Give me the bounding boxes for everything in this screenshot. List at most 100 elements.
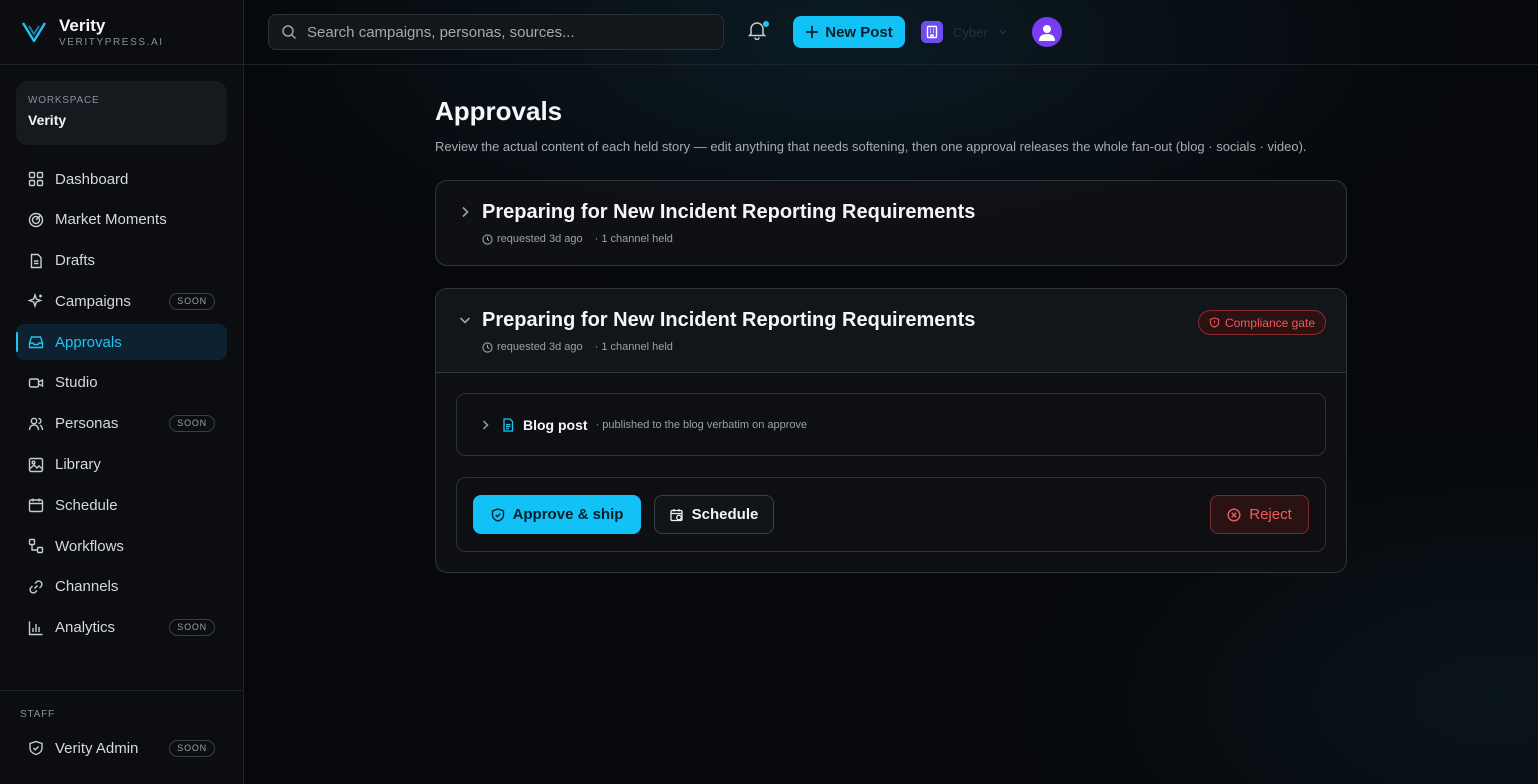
chevron-right-icon[interactable] bbox=[458, 205, 472, 219]
requested-time: requested 3d ago bbox=[497, 341, 583, 353]
sidebar-item-label: Verity Admin bbox=[55, 739, 139, 757]
approval-card-body: Blog post · published to the blog verbat… bbox=[436, 373, 1346, 572]
channels-held: · 1 channel held bbox=[594, 233, 673, 245]
staff-section: STAFF Verity Admin SOON bbox=[0, 690, 243, 771]
sidebar-item-channels[interactable]: Channels bbox=[16, 569, 227, 605]
sidebar-item-workflows[interactable]: Workflows bbox=[16, 528, 227, 564]
staff-label: STAFF bbox=[20, 709, 55, 720]
schedule-label: Schedule bbox=[691, 506, 759, 523]
sidebar-item-dashboard[interactable]: Dashboard bbox=[16, 161, 227, 197]
org-name: Cyber bbox=[953, 24, 988, 40]
app: Verity VERITYPRESS.AI WORKSPACE Verity D… bbox=[0, 0, 1538, 784]
link-icon bbox=[28, 579, 44, 595]
main-area: New Post Cyber Approvals Review the actu… bbox=[244, 0, 1538, 784]
channel-title: Blog post bbox=[523, 416, 588, 433]
approve-label: Approve & ship bbox=[512, 506, 624, 523]
schedule-button[interactable]: Schedule bbox=[654, 495, 774, 534]
chevron-right-icon[interactable] bbox=[479, 419, 491, 431]
sidebar-item-label: Dashboard bbox=[55, 170, 129, 188]
sidebar-item-personas[interactable]: Personas SOON bbox=[16, 406, 227, 442]
chevron-down-icon[interactable] bbox=[458, 313, 472, 327]
sidebar-item-label: Schedule bbox=[55, 496, 118, 514]
reject-label: Reject bbox=[1249, 506, 1292, 523]
sidebar-item-verity-admin[interactable]: Verity Admin SOON bbox=[16, 730, 227, 766]
verity-logo-icon bbox=[20, 18, 48, 46]
sidebar-nav: Dashboard Market Moments Drafts Campaign… bbox=[0, 161, 243, 646]
workspace-switcher[interactable]: WORKSPACE Verity bbox=[16, 81, 227, 145]
plus-icon bbox=[805, 25, 819, 39]
search-icon bbox=[281, 24, 297, 40]
channels-held: · 1 channel held bbox=[594, 341, 673, 353]
clock-icon bbox=[482, 233, 493, 245]
sidebar-item-label: Channels bbox=[55, 578, 119, 596]
approval-meta: requested 3d ago · 1 channel held bbox=[482, 233, 1346, 245]
org-switcher[interactable]: Cyber bbox=[921, 21, 1008, 43]
page-subtitle: Review the actual content of each held s… bbox=[435, 139, 1307, 154]
sidebar-item-label: Market Moments bbox=[55, 211, 167, 229]
building-icon bbox=[921, 21, 943, 43]
users-icon bbox=[28, 416, 44, 432]
approval-card-expanded: Preparing for New Incident Reporting Req… bbox=[435, 288, 1347, 573]
soon-badge: SOON bbox=[169, 415, 215, 433]
sidebar-item-market-moments[interactable]: Market Moments bbox=[16, 202, 227, 238]
soon-badge: SOON bbox=[169, 619, 215, 637]
notifications-button[interactable] bbox=[748, 20, 770, 42]
inbox-icon bbox=[28, 334, 44, 350]
new-post-label: New Post bbox=[825, 23, 893, 41]
brand[interactable]: Verity VERITYPRESS.AI bbox=[0, 0, 243, 65]
sidebar-item-schedule[interactable]: Schedule bbox=[16, 487, 227, 523]
calendar-clock-icon bbox=[670, 508, 684, 522]
avatar[interactable] bbox=[1032, 17, 1062, 47]
video-icon bbox=[28, 375, 44, 391]
sidebar-item-approvals[interactable]: Approvals bbox=[16, 324, 227, 361]
sidebar-item-label: Studio bbox=[55, 374, 98, 392]
soon-badge: SOON bbox=[169, 292, 215, 310]
shield-check-icon bbox=[491, 507, 505, 522]
sidebar-item-analytics[interactable]: Analytics SOON bbox=[16, 610, 227, 646]
topbar: New Post Cyber bbox=[244, 0, 1538, 65]
workspace-label: WORKSPACE bbox=[28, 95, 100, 106]
shield-icon bbox=[28, 740, 44, 756]
compliance-gate-badge: Compliance gate bbox=[1197, 310, 1326, 335]
channel-item-blog-post[interactable]: Blog post · published to the blog verbat… bbox=[456, 393, 1326, 456]
sidebar-item-label: Approvals bbox=[55, 333, 122, 351]
chevron-down-icon bbox=[998, 27, 1008, 37]
sidebar-item-label: Analytics bbox=[55, 619, 116, 637]
compliance-label: Compliance gate bbox=[1224, 315, 1315, 330]
user-icon bbox=[1037, 22, 1057, 42]
approval-card-header[interactable]: Preparing for New Incident Reporting Req… bbox=[436, 289, 1346, 373]
requested-time: requested 3d ago bbox=[497, 233, 583, 245]
sidebar-item-library[interactable]: Library bbox=[16, 447, 227, 483]
sparkles-icon bbox=[28, 293, 44, 309]
approval-meta: requested 3d ago · 1 channel held bbox=[482, 341, 1346, 353]
sidebar: Verity VERITYPRESS.AI WORKSPACE Verity D… bbox=[0, 0, 244, 784]
sidebar-item-campaigns[interactable]: Campaigns SOON bbox=[16, 283, 227, 319]
approve-ship-button[interactable]: Approve & ship bbox=[473, 495, 641, 534]
approval-card-header[interactable]: Preparing for New Incident Reporting Req… bbox=[436, 181, 1346, 265]
image-icon bbox=[28, 457, 44, 473]
search-box[interactable] bbox=[268, 14, 724, 50]
x-circle-icon bbox=[1227, 507, 1241, 522]
sidebar-item-label: Personas bbox=[55, 415, 119, 433]
sidebar-item-label: Workflows bbox=[55, 537, 124, 555]
approval-title: Preparing for New Incident Reporting Req… bbox=[482, 201, 976, 223]
workspace-name: Verity bbox=[28, 112, 67, 128]
reject-button[interactable]: Reject bbox=[1210, 495, 1309, 534]
approvals-page: Approvals Review the actual content of e… bbox=[435, 96, 1347, 573]
sidebar-item-label: Library bbox=[55, 456, 101, 474]
sidebar-item-label: Campaigns bbox=[55, 292, 131, 310]
grid-icon bbox=[28, 171, 44, 187]
new-post-button[interactable]: New Post bbox=[793, 16, 905, 48]
sidebar-item-drafts[interactable]: Drafts bbox=[16, 243, 227, 279]
approval-card: Preparing for New Incident Reporting Req… bbox=[435, 180, 1347, 266]
sidebar-item-studio[interactable]: Studio bbox=[16, 365, 227, 401]
channel-note: · published to the blog verbatim on appr… bbox=[595, 418, 808, 431]
bar-chart-icon bbox=[28, 620, 44, 636]
clock-icon bbox=[482, 341, 493, 353]
brand-domain: VERITYPRESS.AI bbox=[59, 36, 164, 48]
soon-badge: SOON bbox=[169, 739, 215, 757]
search-input[interactable] bbox=[307, 23, 707, 41]
shield-alert-icon bbox=[1209, 317, 1220, 328]
radar-icon bbox=[28, 212, 44, 228]
sidebar-item-label: Drafts bbox=[55, 252, 96, 270]
